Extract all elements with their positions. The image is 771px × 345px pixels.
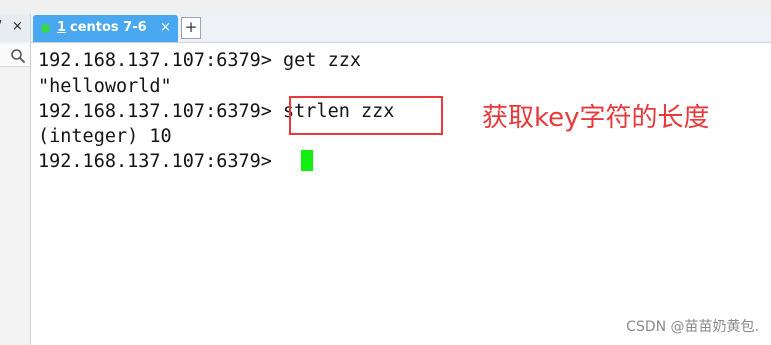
terminal-line: 192.168.137.107:6379> get zzx — [38, 50, 362, 71]
add-tab-button[interactable]: + — [181, 17, 201, 39]
terminal-output[interactable]: 192.168.137.107:6379> get zzx "helloworl… — [31, 43, 771, 345]
terminal-cursor — [301, 150, 313, 171]
side-panel — [0, 42, 31, 345]
search-icon[interactable] — [10, 48, 26, 64]
terminal-line: "helloworld" — [38, 76, 172, 97]
tab-previous-label: / — [0, 19, 1, 34]
side-search-row[interactable] — [0, 44, 30, 67]
tab-previous[interactable]: / × — [0, 14, 31, 42]
terminal-prompt: 192.168.137.107:6379> — [38, 151, 284, 172]
tab-previous-close-icon[interactable]: × — [12, 19, 23, 34]
watermark: CSDN @苗苗奶黄包. — [626, 319, 759, 335]
title-strip-text: ᐩ ᴵ ᴵ ᴵ ᴵ ᴵ ᴵ ᴵ — [6, 0, 64, 5]
tab-close-icon[interactable]: × — [160, 20, 171, 35]
tab-number: 1 — [57, 20, 67, 35]
command-highlight-box — [289, 96, 443, 135]
tab-centos-7-6[interactable]: 1 centos 7-6 × — [33, 15, 178, 42]
annotation-label: 获取key字符的长度 — [482, 103, 710, 133]
connection-status-icon — [41, 24, 50, 33]
tab-label: centos 7-6 — [70, 20, 147, 35]
terminal-line: (integer) 10 — [38, 126, 172, 147]
window-title-strip: ᐩ ᴵ ᴵ ᴵ ᴵ ᴵ ᴵ ᴵ — [0, 0, 771, 14]
